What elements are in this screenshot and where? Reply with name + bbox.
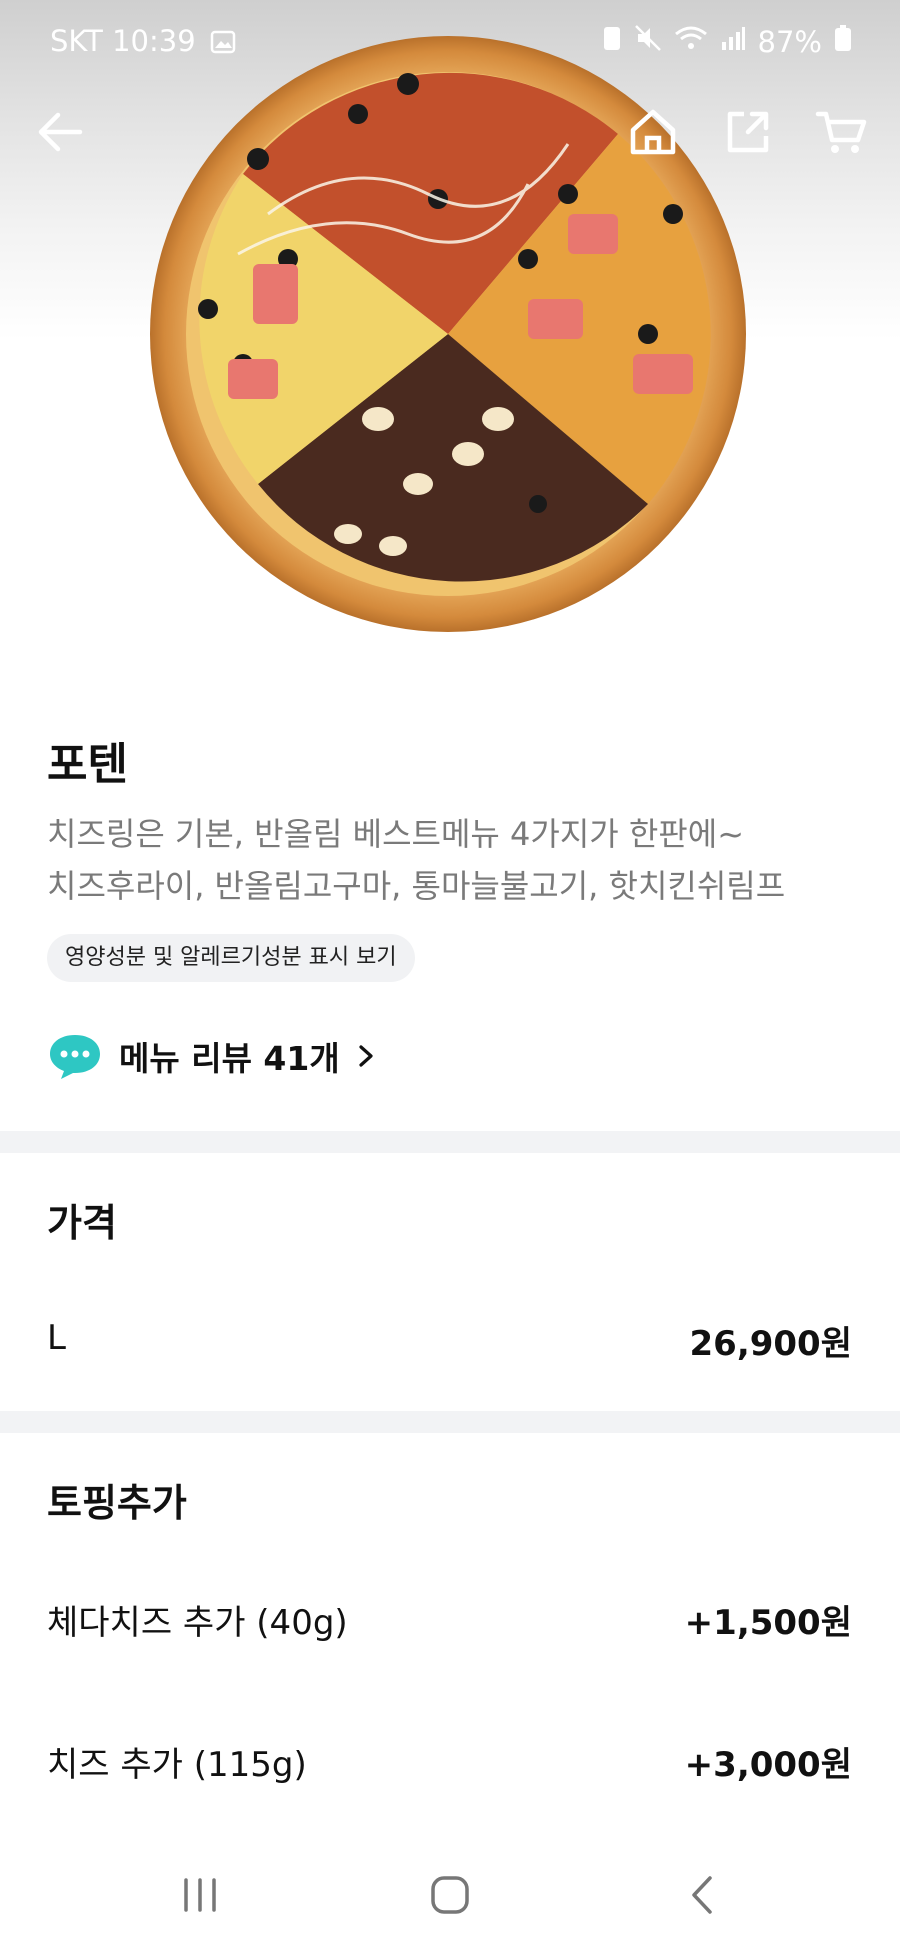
back-nav-button[interactable]: [674, 1870, 734, 1920]
battery-saver-icon: [602, 24, 622, 59]
product-description-line-2: 치즈후라이, 반올림고구마, 통마늘불고기, 핫치킨쉬림프: [47, 867, 786, 905]
product-description: 치즈링은 기본, 반올림 베스트메뉴 4가지가 한판에~ 치즈후라이, 반올림고…: [47, 808, 867, 912]
product-image-header: SKT 10:39 87%: [0, 0, 900, 660]
gallery-notification-icon: [210, 28, 236, 62]
nutrition-allergy-button[interactable]: 영양성분 및 알레르기성분 표시 보기: [47, 934, 415, 982]
cart-button[interactable]: [812, 102, 872, 162]
menu-review-link[interactable]: 메뉴 리뷰 41개: [47, 1030, 378, 1082]
section-divider: [0, 1131, 900, 1153]
home-nav-button[interactable]: [420, 1870, 480, 1920]
arrow-left-icon: [38, 112, 83, 152]
battery-level: 87%: [757, 24, 822, 59]
topping-price: +3,000원: [684, 1745, 852, 1785]
mute-icon: [634, 24, 662, 59]
share-icon: [727, 111, 769, 153]
home-button[interactable]: [623, 102, 683, 162]
home-icon: [630, 109, 676, 155]
home-button-icon: [431, 1876, 469, 1914]
recent-apps-icon: [184, 1878, 216, 1912]
status-time: SKT 10:39: [50, 24, 196, 58]
chevron-right-icon: [359, 1045, 373, 1067]
share-button[interactable]: [718, 102, 778, 162]
topping-section-title: 토핑추가: [47, 1481, 187, 1525]
battery-icon: [834, 24, 852, 59]
signal-icon: [720, 24, 746, 59]
product-name: 포텐: [47, 739, 128, 790]
price-option-value: 26,900원: [689, 1324, 852, 1364]
system-navigation-bar: [0, 1840, 900, 1950]
back-button[interactable]: [30, 102, 90, 162]
price-option-size: L: [47, 1318, 66, 1358]
topping-price: +1,500원: [684, 1603, 852, 1643]
status-bar: SKT 10:39 87%: [0, 0, 900, 84]
recent-apps-button[interactable]: [170, 1870, 230, 1920]
topping-name: 치즈 추가 (115g): [47, 1745, 307, 1785]
cart-icon: [815, 111, 867, 153]
product-description-line-1: 치즈링은 기본, 반올림 베스트메뉴 4가지가 한판에~: [47, 815, 745, 853]
topping-name: 체다치즈 추가 (40g): [47, 1603, 348, 1643]
chat-bubble-icon: [50, 1035, 100, 1079]
section-divider: [0, 1411, 900, 1433]
wifi-icon: [674, 24, 708, 59]
menu-review-label: 메뉴 리뷰 41개: [119, 1039, 340, 1078]
back-nav-icon: [692, 1876, 712, 1914]
price-section-title: 가격: [47, 1201, 117, 1245]
